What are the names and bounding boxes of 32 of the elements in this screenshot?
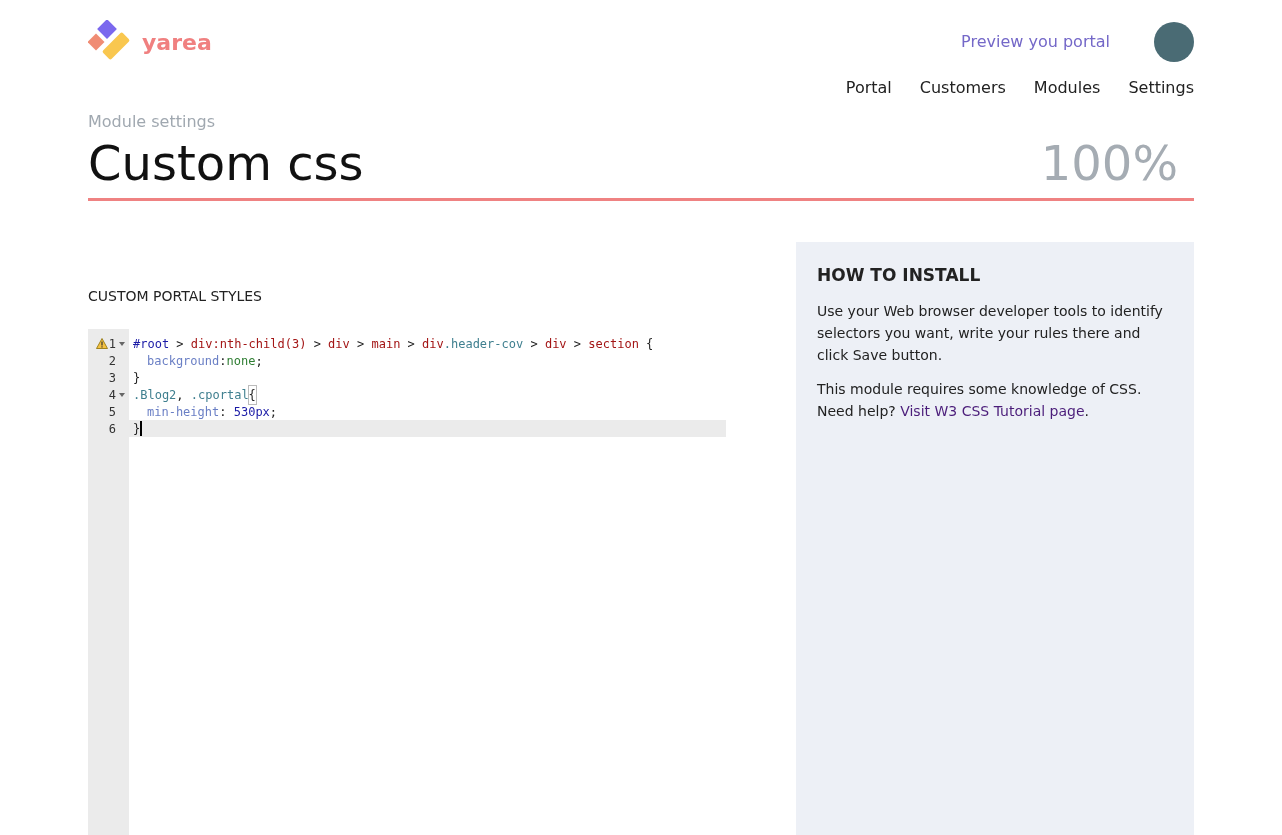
line-number: 2 [108, 352, 116, 370]
page-title: Custom css [88, 134, 364, 192]
help-title: HOW TO INSTALL [817, 264, 982, 286]
fold-caret-icon[interactable] [119, 392, 125, 397]
code-line: #root > div:nth-child(3) > div > main > div.header-cov > div > section { [132, 335, 654, 353]
line-number: 5 [108, 403, 116, 421]
help-paragraph: This module requires some knowledge of CSS. Need help? Visit W3 CSS Tutorial page. [817, 380, 1143, 421]
line-number: 6 [108, 420, 116, 438]
help-paragraph: Use your Web browser developer tools to identify selectors you want, write your rules there and click Save button. [817, 302, 1164, 365]
code-editor[interactable]: 1 #root > div:nth-child(3) > div > main > div.header-cov > div > section { 2 background:none; 3 } 4 .Blog2, .cportal{ 5 min-height: 530px; 6 } [88, 329, 726, 835]
section-label: CUSTOM PORTAL STYLES [88, 287, 263, 306]
nav-link[interactable]: Settings [1128, 76, 1194, 100]
line-number: 3 [108, 369, 116, 387]
progress-percent: 100% [1040, 134, 1178, 192]
tutorial-link[interactable]: Visit W3 CSS Tutorial page [900, 403, 1085, 419]
fold-caret-icon[interactable] [119, 341, 125, 346]
text-cursor [140, 421, 143, 436]
nav-link[interactable]: Modules [1033, 76, 1101, 100]
code-line: background:none; [146, 352, 263, 370]
line-number: 4 [108, 386, 116, 404]
breadcrumb-label: Module settings [88, 111, 217, 133]
line-number: 1 [108, 335, 116, 353]
code-line: .Blog2, .cportal{ [129, 385, 256, 404]
nav-link[interactable]: Portal [845, 76, 892, 100]
code-line: } [132, 369, 141, 387]
nav-link[interactable]: Customers [919, 76, 1006, 100]
preview-link[interactable]: Preview you portal [961, 30, 1110, 54]
logo-text: yarea [142, 28, 212, 57]
code-line: } [132, 420, 143, 438]
code-line: min-height: 530px; [146, 403, 278, 421]
warning-icon [95, 338, 108, 349]
avatar[interactable] [1154, 22, 1194, 62]
